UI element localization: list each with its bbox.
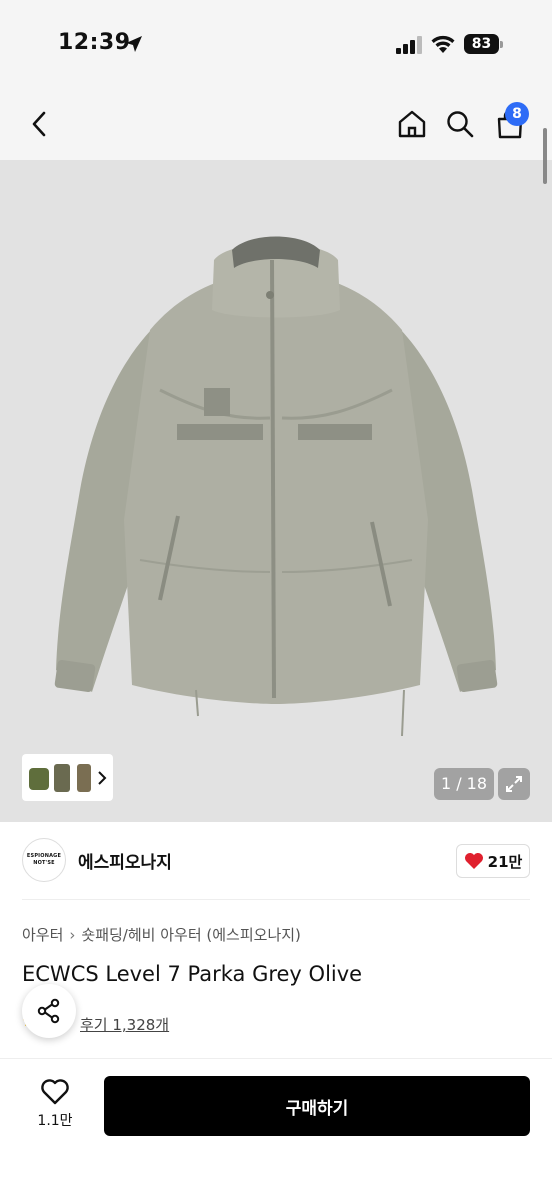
- wishlist-count: 1.1만: [37, 1113, 73, 1129]
- home-icon: [398, 110, 426, 138]
- status-time: 12:39: [58, 30, 131, 55]
- brand-like-count: 21만: [487, 852, 523, 871]
- share-button[interactable]: [22, 984, 76, 1038]
- nav-bar: [0, 90, 552, 160]
- jacket-photo: [54, 236, 498, 737]
- brand-logo-line1: ESPIONAGE: [26, 853, 62, 859]
- product-image[interactable]: [0, 160, 552, 822]
- review-link[interactable]: 후기 1,328개: [80, 1014, 169, 1035]
- battery-level: 83: [464, 34, 499, 54]
- divider: [22, 899, 530, 900]
- product-title: ECWCS Level 7 Parka Grey Olive: [22, 962, 363, 986]
- search-button[interactable]: [440, 104, 480, 144]
- search-icon: [447, 111, 474, 138]
- breadcrumb-subcategory[interactable]: 숏패딩/헤비 아우터 (에스피오나지): [81, 924, 301, 945]
- chevron-right-icon: [98, 771, 107, 785]
- image-counter: 1 / 18: [434, 768, 494, 800]
- fullscreen-button[interactable]: [498, 768, 530, 800]
- cart-count-badge: 8: [505, 102, 529, 126]
- brand-logo[interactable]: ESPIONAGE NOT'SE: [22, 838, 66, 882]
- cellular-signal-icon: [396, 36, 422, 54]
- brand-logo-line2: NOT'SE: [33, 860, 55, 866]
- expand-icon: [506, 776, 522, 792]
- brand-name[interactable]: 에스피오나지: [78, 848, 172, 873]
- breadcrumb-category[interactable]: 아우터: [22, 924, 63, 945]
- thumbnail-2[interactable]: [52, 760, 74, 794]
- heart-outline-icon: [41, 1079, 69, 1105]
- share-icon: [37, 998, 60, 1024]
- thumbnail-1[interactable]: [28, 760, 50, 794]
- buy-button[interactable]: 구매하기: [104, 1076, 530, 1136]
- chevron-right-icon: ›: [69, 925, 76, 944]
- back-button[interactable]: [20, 104, 60, 144]
- status-bar: 12:39 83: [0, 0, 552, 90]
- thumbnail-3[interactable]: [74, 760, 94, 794]
- wishlist-button[interactable]: 1.1만: [30, 1078, 80, 1134]
- wifi-icon: [431, 35, 455, 53]
- chevron-left-icon: [32, 111, 46, 137]
- breadcrumb: 아우터 › 숏패딩/헤비 아우터 (에스피오나지): [22, 924, 301, 945]
- brand-like-button[interactable]: 21만: [456, 844, 530, 878]
- location-arrow-icon: [126, 36, 142, 52]
- home-button[interactable]: [392, 104, 432, 144]
- heart-filled-icon: [464, 853, 483, 869]
- battery-cap: [500, 41, 503, 48]
- battery-indicator: 83: [464, 34, 504, 54]
- scrollbar[interactable]: [543, 128, 547, 184]
